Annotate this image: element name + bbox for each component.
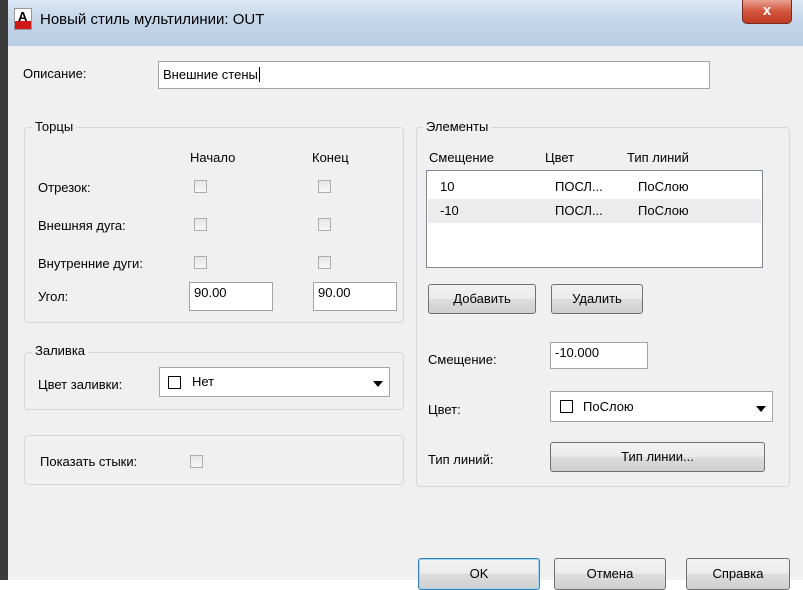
- add-element-button[interactable]: Добавить: [428, 284, 536, 314]
- element-color-value: ПоСлою: [583, 399, 634, 414]
- caps-angle-start-value: 90.00: [194, 285, 227, 300]
- element-linetype: ПоСлою: [638, 179, 689, 194]
- elements-list[interactable]: 10 ПОСЛ... ПоСлою -10 ПОСЛ... ПоСлою: [426, 170, 763, 268]
- caps-row-inner-arcs-label: Внутренние дуги:: [38, 256, 143, 271]
- caps-row-line-label: Отрезок:: [38, 180, 91, 195]
- dialog-body: Описание: Внешние стены Торцы Начало Кон…: [8, 46, 803, 590]
- elements-column-linetype: Тип линий: [627, 150, 689, 165]
- ok-button[interactable]: OK: [418, 558, 540, 590]
- caps-group-title: Торцы: [32, 119, 77, 134]
- elements-column-offset: Смещение: [429, 150, 495, 165]
- element-color-dropdown[interactable]: ПоСлою: [550, 391, 773, 422]
- linetype-button[interactable]: Тип линии...: [550, 442, 765, 472]
- elements-column-color: Цвет: [545, 150, 575, 165]
- elements-row[interactable]: 10 ПОСЛ... ПоСлою: [428, 175, 761, 199]
- chevron-down-icon: [756, 406, 766, 412]
- help-button[interactable]: Справка: [686, 558, 790, 590]
- caps-angle-end-value: 90.00: [318, 285, 351, 300]
- chevron-down-icon: [373, 381, 383, 387]
- description-value: Внешние стены: [163, 67, 258, 82]
- element-color: ПОСЛ...: [555, 203, 603, 218]
- text-caret: [258, 67, 260, 82]
- caps-row-outer-arc-label: Внешняя дуга:: [38, 218, 126, 233]
- fill-color-value: Нет: [192, 374, 215, 389]
- element-color-swatch: [560, 400, 573, 413]
- element-color: ПОСЛ...: [555, 179, 603, 194]
- close-icon: x: [762, 2, 772, 19]
- title-bar[interactable]: A Новый стиль мультилинии: OUT x: [8, 0, 803, 46]
- element-offset-label: Смещение:: [428, 352, 497, 367]
- caps-line-start-checkbox[interactable]: [194, 180, 207, 193]
- multiline-style-dialog: A Новый стиль мультилинии: OUT x Описани…: [8, 0, 803, 590]
- cancel-button[interactable]: Отмена: [554, 558, 666, 590]
- elements-group-title: Элементы: [423, 119, 492, 134]
- description-input[interactable]: Внешние стены: [158, 61, 710, 89]
- caps-angle-label: Угол:: [38, 289, 69, 304]
- fill-color-swatch: [168, 376, 181, 389]
- caps-angle-end-input[interactable]: 90.00: [313, 282, 397, 311]
- caps-line-end-checkbox[interactable]: [318, 180, 331, 193]
- caps-outer-arc-start-checkbox[interactable]: [194, 218, 207, 231]
- element-offset: -10: [440, 203, 459, 218]
- caps-angle-start-input[interactable]: 90.00: [189, 282, 273, 311]
- element-color-label: Цвет:: [428, 402, 461, 417]
- element-offset: 10: [440, 179, 455, 194]
- dialog-title: Новый стиль мультилинии: OUT: [40, 11, 265, 28]
- show-joints-label: Показать стыки:: [40, 454, 138, 469]
- caps-inner-arcs-start-checkbox[interactable]: [194, 256, 207, 269]
- caps-outer-arc-end-checkbox[interactable]: [318, 218, 331, 231]
- elements-row[interactable]: -10 ПОСЛ... ПоСлою: [428, 199, 761, 223]
- fill-group-title: Заливка: [32, 343, 89, 358]
- caps-column-end: Конец: [312, 150, 349, 165]
- show-joints-checkbox[interactable]: [190, 455, 203, 468]
- background-window-edge: [0, 0, 8, 580]
- delete-element-button[interactable]: Удалить: [551, 284, 643, 314]
- app-icon: A: [14, 8, 32, 30]
- fill-color-label: Цвет заливки:: [38, 377, 123, 392]
- caps-inner-arcs-end-checkbox[interactable]: [318, 256, 331, 269]
- caps-column-start: Начало: [190, 150, 236, 165]
- description-label: Описание:: [23, 66, 87, 81]
- element-linetype: ПоСлою: [638, 203, 689, 218]
- element-offset-value: -10.000: [555, 345, 600, 360]
- element-offset-input[interactable]: -10.000: [550, 342, 648, 369]
- close-button[interactable]: x: [742, 0, 792, 24]
- fill-color-dropdown[interactable]: Нет: [159, 367, 390, 397]
- element-linetype-label: Тип линий:: [428, 452, 494, 467]
